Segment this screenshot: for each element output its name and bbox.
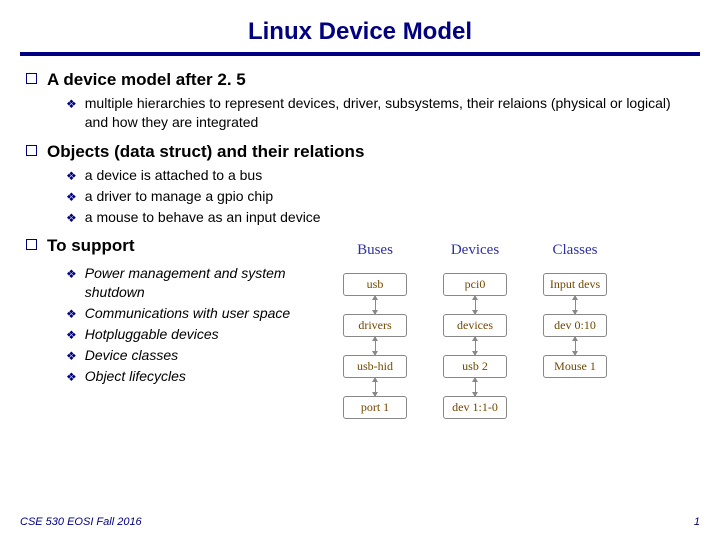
diagram-column: Devices pci0 devices usb 2 dev 1:1-0	[430, 242, 520, 419]
section-heading: Objects (data struct) and their relation…	[26, 142, 694, 162]
diagram-node: pci0	[443, 273, 507, 296]
diagram-column: Classes Input devs dev 0:10 Mouse 1	[530, 242, 620, 378]
list-item: ❖ Communications with user space	[66, 304, 321, 323]
list-item-text: Power management and system shutdown	[85, 264, 321, 302]
section-items: ❖ a device is attached to a bus ❖ a driv…	[66, 166, 694, 227]
arrow-icon	[575, 296, 576, 314]
diagram-node: usb	[343, 273, 407, 296]
title-rule	[20, 52, 700, 56]
list-item: ❖ a mouse to behave as an input device	[66, 208, 694, 227]
column-header: Buses	[330, 242, 420, 259]
footer-page-number: 1	[694, 516, 700, 528]
list-item: ❖ Object lifecycles	[66, 367, 321, 386]
list-item: ❖ multiple hierarchies to represent devi…	[66, 94, 694, 132]
diamond-bullet-icon: ❖	[66, 189, 77, 205]
diagram-node: Mouse 1	[543, 355, 607, 378]
diamond-bullet-icon: ❖	[66, 96, 77, 112]
list-item-text: Object lifecycles	[85, 367, 186, 386]
section-heading-text: A device model after 2. 5	[47, 70, 246, 90]
diagram-node: drivers	[343, 314, 407, 337]
square-bullet-icon	[26, 239, 37, 250]
hierarchy-diagram: Buses usb drivers usb-hid port 1 Devices…	[330, 242, 710, 482]
diamond-bullet-icon: ❖	[66, 168, 77, 184]
diamond-bullet-icon: ❖	[66, 327, 77, 343]
arrow-icon	[375, 378, 376, 396]
arrow-icon	[475, 296, 476, 314]
arrow-icon	[375, 337, 376, 355]
list-item-text: Device classes	[85, 346, 178, 365]
section-heading: A device model after 2. 5	[26, 70, 694, 90]
list-item: ❖ Power management and system shutdown	[66, 264, 321, 302]
arrow-icon	[475, 378, 476, 396]
diamond-bullet-icon: ❖	[66, 306, 77, 322]
diagram-column: Buses usb drivers usb-hid port 1	[330, 242, 420, 419]
diamond-bullet-icon: ❖	[66, 266, 77, 282]
list-item: ❖ Hotpluggable devices	[66, 325, 321, 344]
slide-footer: CSE 530 EOSI Fall 2016 1	[20, 516, 700, 528]
column-header: Classes	[530, 242, 620, 259]
diamond-bullet-icon: ❖	[66, 348, 77, 364]
square-bullet-icon	[26, 73, 37, 84]
section-items: ❖ multiple hierarchies to represent devi…	[66, 94, 694, 132]
section-heading-text: To support	[47, 236, 135, 256]
section-heading-text: Objects (data struct) and their relation…	[47, 142, 364, 162]
list-item: ❖ a device is attached to a bus	[66, 166, 694, 185]
list-item-text: a mouse to behave as an input device	[85, 208, 321, 227]
list-item: ❖ a driver to manage a gpio chip	[66, 187, 694, 206]
diagram-node: Input devs	[543, 273, 607, 296]
slide-title: Linux Device Model	[0, 0, 720, 52]
diagram-node: port 1	[343, 396, 407, 419]
list-item-text: a device is attached to a bus	[85, 166, 262, 185]
square-bullet-icon	[26, 145, 37, 156]
diagram-node: dev 0:10	[543, 314, 607, 337]
list-item: ❖ Device classes	[66, 346, 321, 365]
list-item-text: multiple hierarchies to represent device…	[85, 94, 694, 132]
arrow-icon	[575, 337, 576, 355]
section-items: ❖ Power management and system shutdown ❖…	[66, 264, 321, 385]
diagram-node: usb 2	[443, 355, 507, 378]
diagram-node: dev 1:1-0	[443, 396, 507, 419]
diagram-node: devices	[443, 314, 507, 337]
arrow-icon	[475, 337, 476, 355]
arrow-icon	[375, 296, 376, 314]
column-header: Devices	[430, 242, 520, 259]
diagram-node: usb-hid	[343, 355, 407, 378]
list-item-text: Communications with user space	[85, 304, 290, 323]
diamond-bullet-icon: ❖	[66, 369, 77, 385]
diamond-bullet-icon: ❖	[66, 210, 77, 226]
list-item-text: Hotpluggable devices	[85, 325, 219, 344]
list-item-text: a driver to manage a gpio chip	[85, 187, 273, 206]
footer-left: CSE 530 EOSI Fall 2016	[20, 516, 142, 528]
